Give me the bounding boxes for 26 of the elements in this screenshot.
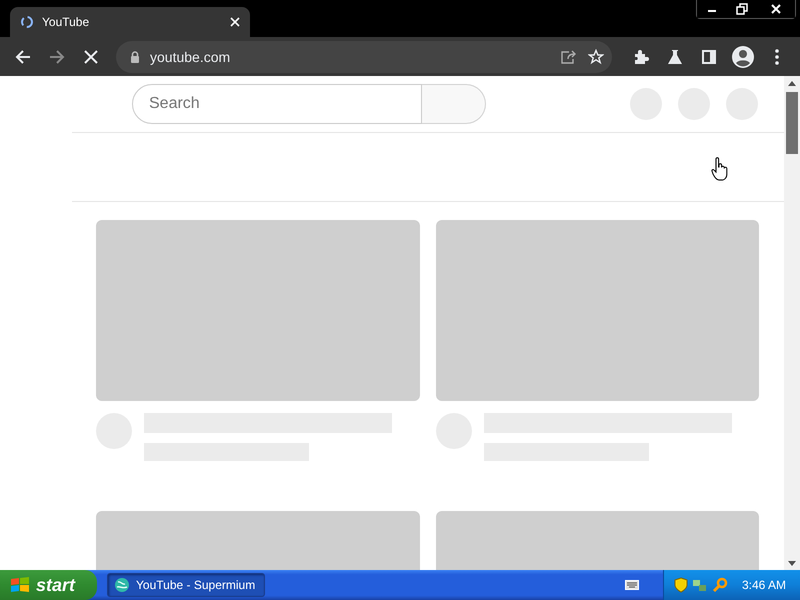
hand-cursor-icon [711, 157, 729, 181]
start-button[interactable]: start [0, 570, 98, 600]
share-icon[interactable] [560, 48, 578, 64]
search-field[interactable]: Search [132, 84, 422, 124]
close-icon [771, 4, 781, 14]
star-icon[interactable] [588, 48, 604, 64]
taskbar-item[interactable]: YouTube - Supermium [107, 573, 266, 597]
shield-icon[interactable] [674, 577, 688, 593]
stop-icon [83, 48, 99, 64]
scroll-up-icon[interactable] [788, 80, 796, 86]
network-icon[interactable] [692, 577, 708, 593]
url-text: youtube.com [150, 48, 232, 64]
restore-icon [736, 3, 748, 15]
address-bar[interactable]: youtube.com [116, 40, 612, 72]
forward-arrow-icon [48, 48, 66, 66]
scrollbar-thumb[interactable] [786, 92, 798, 154]
close-icon[interactable] [230, 17, 240, 27]
browser-tab[interactable]: YouTube [10, 7, 250, 37]
back-arrow-icon [14, 48, 32, 66]
keyboard-icon[interactable] [624, 580, 639, 590]
tab-title: YouTube [42, 15, 90, 29]
lock-icon [130, 50, 140, 62]
windows-flag-icon [10, 576, 30, 594]
scroll-down-icon[interactable] [788, 560, 796, 566]
scrollbar[interactable] [784, 76, 800, 570]
clock: 3:46 AM [742, 578, 786, 592]
